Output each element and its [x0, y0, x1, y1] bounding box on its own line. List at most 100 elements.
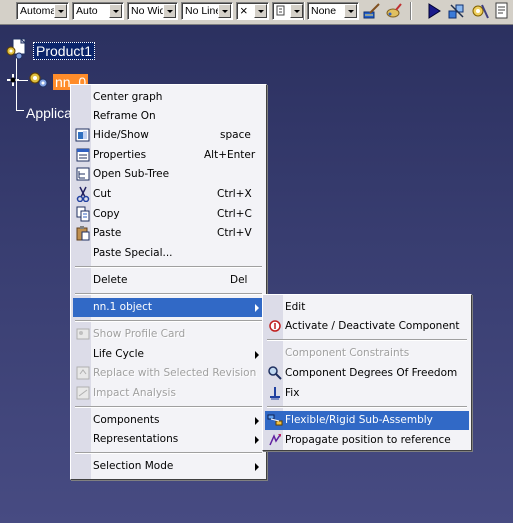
menu-item-reframe-on[interactable]: Reframe On — [73, 107, 264, 126]
open-subtree-icon — [76, 167, 90, 181]
combo-automatic-value: Automa — [20, 5, 57, 17]
submenu-item-flexible-rigid[interactable]: Flexible/Rigid Sub-Assembly — [265, 411, 469, 430]
combo-none[interactable]: None — [307, 2, 359, 20]
submenu-item-activate[interactable]: Activate / Deactivate Component — [265, 317, 469, 336]
menu-label: Hide/Show — [93, 129, 149, 141]
submenu-arrow-icon — [255, 304, 259, 312]
menu-label: Fix — [285, 387, 300, 399]
combo-layer[interactable] — [272, 2, 305, 20]
menu-label: Representations — [93, 433, 179, 445]
assembly-icon[interactable] — [447, 1, 467, 21]
menu-item-paste-special[interactable]: Paste Special... — [73, 244, 264, 263]
menu-shortcut: Del — [230, 274, 248, 286]
menu-item-object[interactable]: nn.1 object — [73, 298, 264, 317]
menu-label: Activate / Deactivate Component — [285, 320, 460, 332]
submenu-arrow-icon — [255, 463, 259, 471]
menu-label: Open Sub-Tree — [93, 168, 170, 180]
chevron-down-icon — [290, 4, 303, 18]
menu-item-components[interactable]: Components — [73, 411, 264, 430]
menu-item-center-graph[interactable]: Center graph — [73, 88, 264, 107]
play-icon[interactable] — [424, 1, 444, 21]
menu-item-copy[interactable]: Copy Ctrl+C — [73, 205, 264, 224]
menu-shortcut: Ctrl+V — [217, 227, 252, 239]
paint-brush-icon[interactable] — [362, 1, 382, 21]
component-gear-icon[interactable] — [27, 68, 51, 90]
degrees-of-freedom-icon — [268, 366, 282, 380]
menu-label: Show Profile Card — [93, 328, 186, 340]
scissors-icon — [76, 186, 90, 202]
combo-auto[interactable]: Auto — [72, 2, 124, 20]
chevron-down-icon — [344, 4, 357, 18]
menu-label: Replace with Selected Revision — [93, 367, 257, 379]
tree-node-applications[interactable]: Applica — [26, 105, 72, 121]
combo-no-width[interactable]: No Wid — [127, 2, 178, 20]
toolbar-separator — [410, 2, 412, 20]
menu-label: nn.1 object — [93, 301, 153, 313]
format-painter-icon[interactable] — [384, 1, 404, 21]
submenu-item-fix[interactable]: Fix — [265, 384, 469, 403]
submenu-item-propagate[interactable]: Propagate position to reference — [265, 431, 469, 450]
menu-item-selection-mode[interactable]: Selection Mode — [73, 457, 264, 476]
menu-item-replace-revision: Replace with Selected Revision — [73, 364, 264, 383]
combo-automatic[interactable]: Automa — [16, 2, 69, 20]
combo-no-line-value: No Line — [185, 5, 222, 17]
menu-separator — [75, 452, 262, 454]
menu-label: Selection Mode — [93, 460, 174, 472]
menu-label: Reframe On — [93, 110, 156, 122]
submenu-item-edit[interactable]: Edit — [265, 298, 469, 317]
tree-connector — [16, 110, 24, 111]
product-icon[interactable] — [4, 37, 32, 61]
menu-item-cut[interactable]: Cut Ctrl+X — [73, 185, 264, 204]
menu-item-properties[interactable]: Properties Alt+Enter — [73, 146, 264, 165]
impact-analysis-icon — [76, 386, 90, 400]
document-icon[interactable] — [492, 1, 512, 21]
menu-label: Component Degrees Of Freedom — [285, 367, 458, 379]
chevron-down-icon — [218, 4, 231, 18]
chevron-down-icon — [54, 4, 67, 18]
menu-shortcut: Alt+Enter — [204, 149, 256, 161]
combo-no-line[interactable]: No Line — [181, 2, 233, 20]
object-submenu: Edit Activate / Deactivate Component Com… — [262, 294, 472, 451]
menu-item-delete[interactable]: Delete Del — [73, 271, 264, 290]
menu-item-life-cycle[interactable]: Life Cycle — [73, 345, 264, 364]
tree-node-product1[interactable]: Product1 — [33, 42, 96, 60]
menu-item-paste[interactable]: Paste Ctrl+V — [73, 224, 264, 243]
chevron-down-icon — [109, 4, 122, 18]
replace-revision-icon — [76, 366, 90, 380]
propagate-icon — [269, 434, 281, 446]
menu-separator — [75, 406, 262, 408]
submenu-item-constraints: Component Constraints — [265, 344, 469, 363]
menu-label: Impact Analysis — [93, 387, 176, 399]
menu-label: Component Constraints — [285, 347, 410, 359]
menu-item-open-subtree[interactable]: Open Sub-Tree — [73, 165, 264, 184]
flexible-rigid-icon — [267, 414, 283, 426]
combo-point-style-value: × — [240, 3, 248, 18]
profile-card-icon — [76, 328, 90, 340]
menu-label: Center graph — [93, 91, 163, 103]
menu-label: Delete — [93, 274, 128, 286]
expand-icon[interactable] — [6, 73, 20, 87]
menu-label: Paste — [93, 227, 122, 239]
menu-separator — [75, 293, 262, 295]
paste-icon — [76, 226, 90, 241]
submenu-arrow-icon — [255, 351, 259, 359]
gear-tools-icon[interactable] — [470, 1, 490, 21]
menu-shortcut: Ctrl+C — [217, 208, 252, 220]
menu-item-hide-show[interactable]: Hide/Show space — [73, 126, 264, 145]
menu-label: Properties — [93, 149, 147, 161]
menu-item-show-profile-card: Show Profile Card — [73, 325, 264, 344]
activate-icon — [269, 320, 281, 332]
menu-item-representations[interactable]: Representations — [73, 430, 264, 449]
fix-anchor-icon — [270, 387, 280, 400]
context-menu: Center graph Reframe On Hide/Show space … — [70, 84, 267, 480]
chevron-down-icon — [254, 4, 267, 18]
menu-label: Life Cycle — [93, 348, 144, 360]
chevron-down-icon — [163, 4, 176, 18]
toolbar: Automa Auto No Wid No Line × None — [0, 0, 513, 25]
menu-separator — [75, 320, 262, 322]
combo-point-style[interactable]: × — [236, 2, 269, 20]
menu-label: Edit — [285, 301, 306, 313]
menu-label: Propagate position to reference — [285, 434, 451, 446]
submenu-item-dof[interactable]: Component Degrees Of Freedom — [265, 364, 469, 383]
combo-auto-value: Auto — [76, 5, 98, 17]
